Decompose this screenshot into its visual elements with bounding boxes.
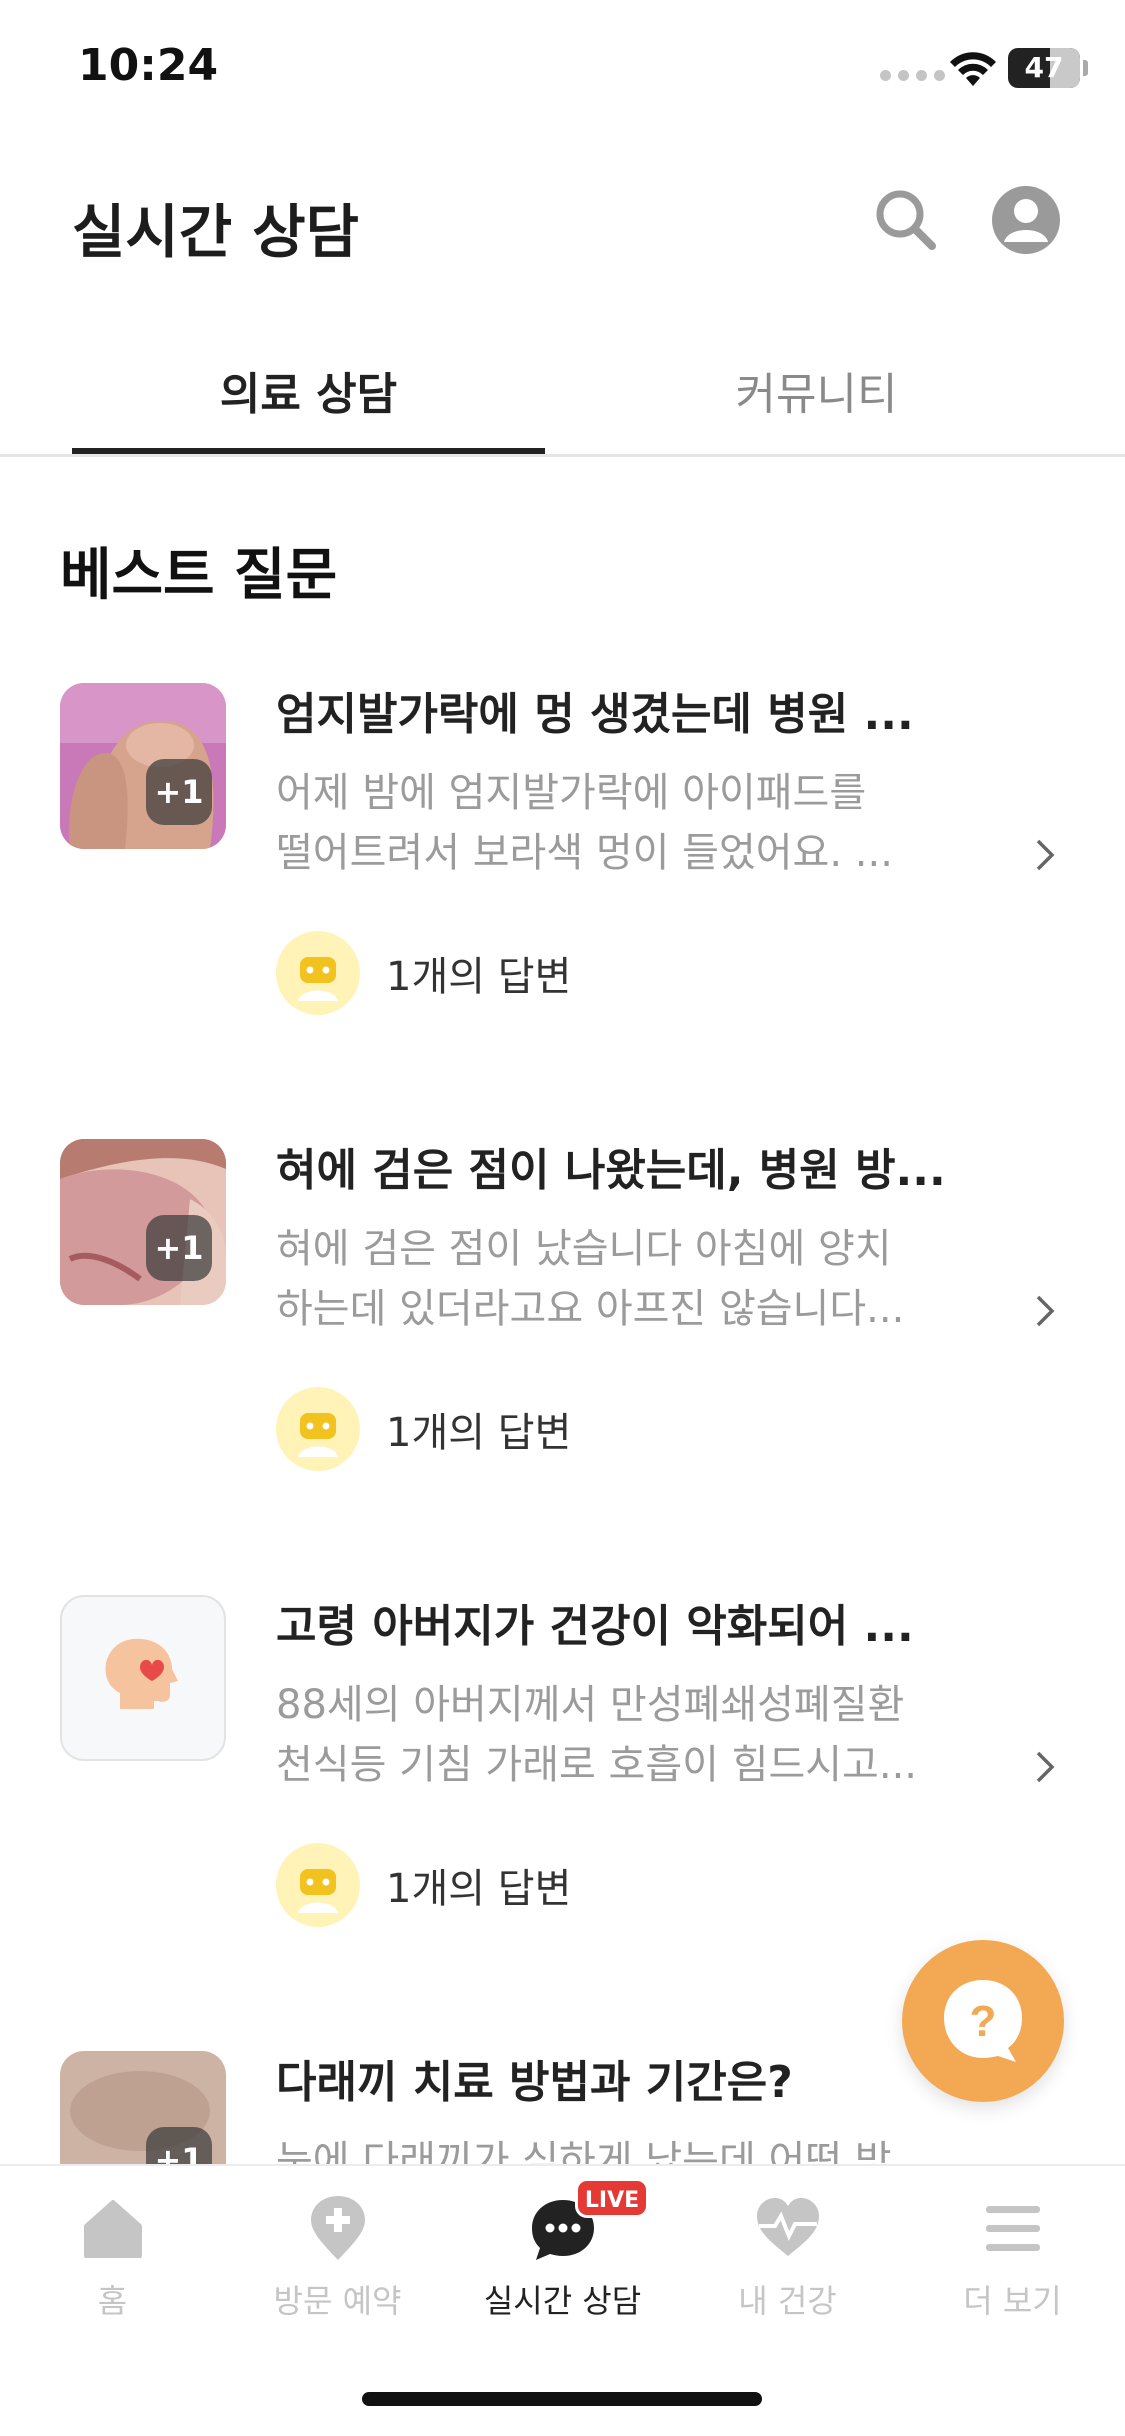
answer-info: 1개의 답변 bbox=[276, 1387, 571, 1471]
extra-images-badge: +1 bbox=[146, 759, 212, 825]
question-bubble-icon: ? bbox=[944, 1980, 1022, 2062]
answer-count: 1개의 답변 bbox=[386, 1410, 572, 1456]
heart-pulse-icon bbox=[756, 2198, 819, 2256]
question-preview-line: 눈에 다래끼가 심하게 났는데 어떤 방 bbox=[276, 2138, 892, 2164]
tab-medical-consultation[interactable]: 의료 상담 bbox=[72, 350, 545, 440]
question-preview-line: 혀에 검은 점이 났습니다 아침에 양치 bbox=[276, 1226, 892, 1272]
wifi-icon bbox=[950, 52, 996, 86]
status-time: 10:24 bbox=[78, 40, 219, 91]
extra-images-badge: +1 bbox=[146, 1215, 212, 1281]
question-thumbnail: +1 bbox=[60, 1139, 226, 1305]
question-preview: 어제 밤에 엄지발가락에 아이패드를 떨어트려서 보라색 멍이 들었어요. ..… bbox=[276, 763, 936, 883]
question-preview: 눈에 다래끼가 심하게 났는데 어떤 방 bbox=[276, 2131, 936, 2164]
fab-symbol: ? bbox=[970, 1997, 997, 2046]
ai-bot-avatar-icon bbox=[276, 1843, 360, 1927]
question-item[interactable]: +1 엄지발가락에 멍 생겼는데 병원 ... 어제 밤에 엄지발가락에 아이패… bbox=[0, 683, 1125, 1103]
question-preview-line: 떨어트려서 보라색 멍이 들었어요. ... bbox=[276, 830, 893, 876]
cellular-signal-icon bbox=[880, 70, 945, 81]
answer-count: 1개의 답변 bbox=[386, 954, 572, 1000]
nav-my-health[interactable]: 내 건강 bbox=[675, 2194, 900, 2322]
home-indicator bbox=[362, 2392, 762, 2406]
ai-bot-avatar-icon bbox=[276, 931, 360, 1015]
question-preview-line: 하는데 있더라고요 아프진 않습니다... bbox=[276, 1286, 905, 1332]
battery-level: 47 bbox=[1024, 51, 1064, 84]
nav-visit-booking-label: 방문 예약 bbox=[273, 2282, 402, 2320]
live-badge: LIVE bbox=[575, 2178, 649, 2218]
question-preview-line: 88세의 아버지께서 만성폐쇄성폐질환 bbox=[276, 1682, 905, 1728]
answer-info: 1개의 답변 bbox=[276, 1843, 571, 1927]
nav-live-consultation-label: 실시간 상담 bbox=[483, 2282, 642, 2320]
profile-icon[interactable] bbox=[986, 180, 1066, 260]
search-icon[interactable] bbox=[866, 180, 946, 260]
question-item[interactable]: +1 혀에 검은 점이 나왔는데, 병원 방... 혀에 검은 점이 났습니다 … bbox=[0, 1139, 1125, 1559]
question-preview-line: 천식등 기침 가래로 호흡이 힘드시고... bbox=[276, 1742, 918, 1788]
menu-icon bbox=[985, 2206, 1040, 2251]
chevron-right-icon bbox=[1036, 1295, 1055, 1327]
question-title: 고령 아버지가 건강이 악화되어 ... bbox=[276, 1601, 914, 1652]
chevron-right-icon bbox=[1036, 1751, 1055, 1783]
extra-images-badge: +1 bbox=[146, 2127, 212, 2164]
battery-icon: 47 bbox=[1008, 48, 1080, 88]
question-preview-line: 어제 밤에 엄지발가락에 아이패드를 bbox=[276, 770, 867, 816]
tab-community[interactable]: 커뮤니티 bbox=[580, 350, 1053, 440]
head-heart-icon bbox=[105, 1638, 178, 1709]
question-preview: 혀에 검은 점이 났습니다 아침에 양치 하는데 있더라고요 아프진 않습니다.… bbox=[276, 1219, 936, 1339]
answer-count: 1개의 답변 bbox=[386, 1866, 572, 1912]
section-title: 베스트 질문 bbox=[60, 543, 338, 608]
question-title: 혀에 검은 점이 나왔는데, 병원 방... bbox=[276, 1145, 946, 1196]
nav-more[interactable]: 더 보기 bbox=[900, 2194, 1125, 2322]
page-title: 실시간 상담 bbox=[72, 198, 359, 266]
chevron-right-icon bbox=[1036, 839, 1055, 871]
nav-more-label: 더 보기 bbox=[963, 2282, 1062, 2320]
ai-bot-avatar-icon bbox=[276, 1387, 360, 1471]
nav-visit-booking[interactable]: 방문 예약 bbox=[225, 2194, 450, 2322]
ask-question-button[interactable]: ? bbox=[902, 1940, 1064, 2102]
question-thumbnail: +1 bbox=[60, 2051, 226, 2164]
nav-home-label: 홈 bbox=[97, 2282, 128, 2320]
answer-info: 1개의 답변 bbox=[276, 931, 571, 1015]
location-plus-icon bbox=[310, 2196, 365, 2260]
question-thumbnail bbox=[60, 1595, 226, 1761]
tab-bar: 의료 상담 커뮤니티 bbox=[0, 330, 1125, 457]
nav-my-health-label: 내 건강 bbox=[738, 2282, 837, 2320]
active-tab-indicator bbox=[72, 448, 545, 454]
question-preview: 88세의 아버지께서 만성폐쇄성폐질환 천식등 기침 가래로 호흡이 힘드시고.… bbox=[276, 1675, 936, 1795]
question-title: 다래끼 치료 방법과 기간은? bbox=[276, 2057, 793, 2108]
status-bar: 10:24 47 bbox=[0, 0, 1125, 140]
nav-home[interactable]: 홈 bbox=[0, 2194, 225, 2322]
question-title: 엄지발가락에 멍 생겼는데 병원 ... bbox=[276, 689, 914, 740]
question-thumbnail: +1 bbox=[60, 683, 226, 849]
home-icon bbox=[83, 2200, 142, 2258]
